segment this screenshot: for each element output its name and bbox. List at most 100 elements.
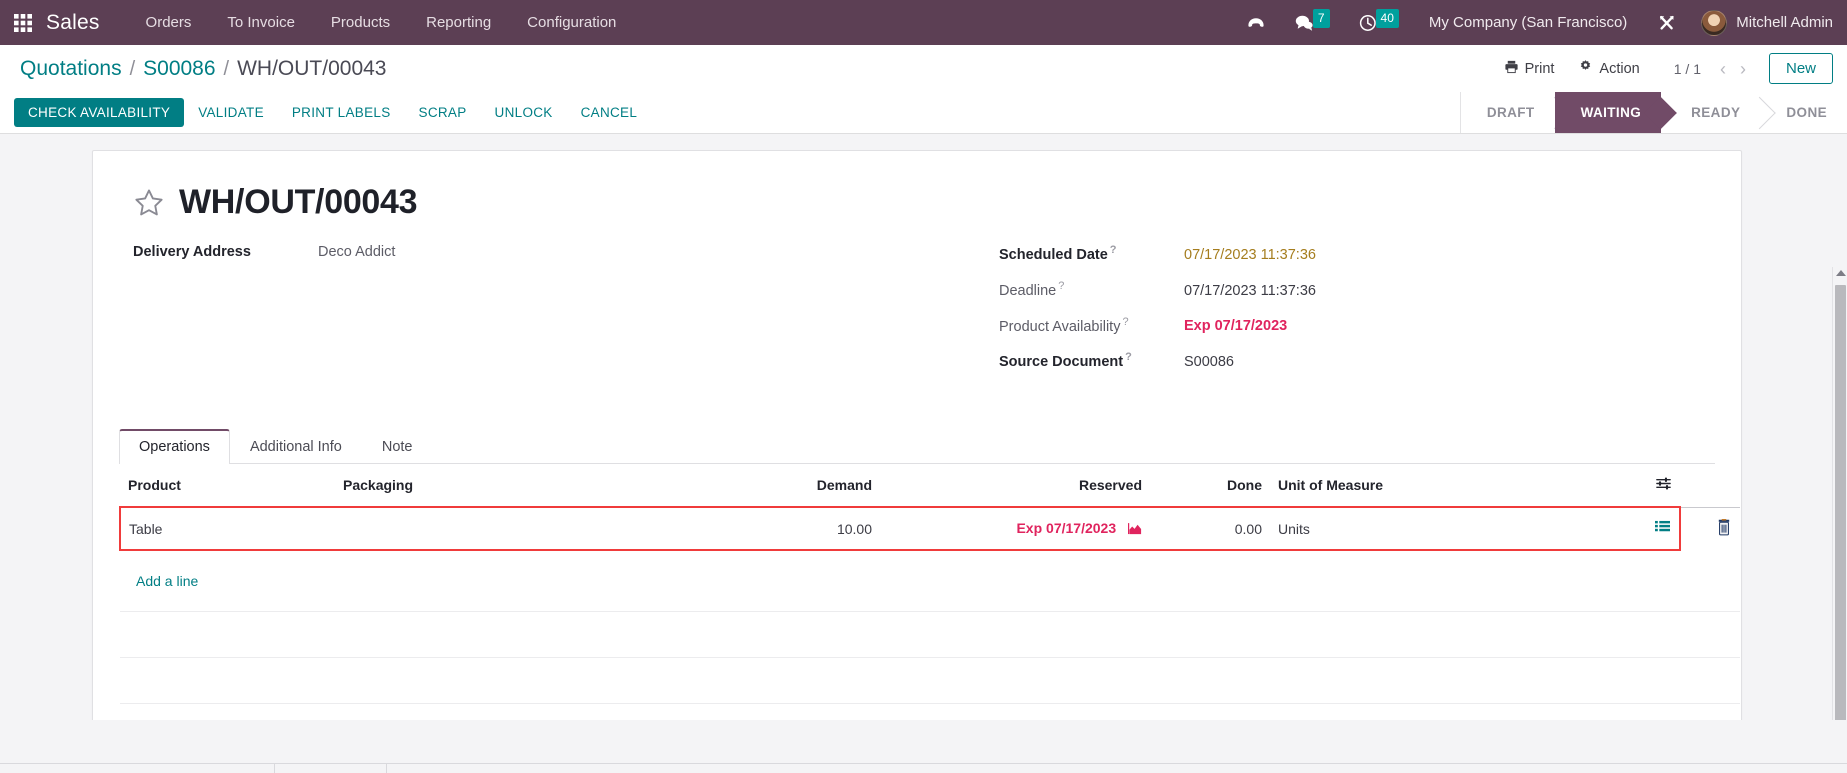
menu-item-reporting[interactable]: Reporting <box>408 1 509 44</box>
action-button[interactable]: Action <box>1566 53 1651 84</box>
empty-row <box>120 611 1740 658</box>
breadcrumb-separator: / <box>129 57 136 80</box>
field-label-product-availability: Product Availability? <box>999 316 1184 335</box>
page-title: WH/OUT/00043 <box>179 183 418 221</box>
user-menu[interactable]: Mitchell Admin <box>1691 9 1833 36</box>
cell-reserved-value: Exp 07/17/2023 <box>1016 519 1117 536</box>
scrap-button[interactable]: SCRAP <box>405 98 481 127</box>
cell-product[interactable]: Table <box>119 506 335 551</box>
breadcrumb-separator: / <box>223 57 230 80</box>
cell-packaging[interactable] <box>335 506 665 551</box>
action-label: Action <box>1599 60 1640 77</box>
cell-row-options <box>1570 506 1681 551</box>
control-panel-actions: Print Action 1 / 1 ‹ › New <box>1492 53 1833 84</box>
validate-button[interactable]: VALIDATE <box>184 98 278 127</box>
app-brand-sales[interactable]: Sales <box>46 11 110 35</box>
avatar <box>1701 9 1728 36</box>
status-stage-draft[interactable]: DRAFT <box>1460 92 1555 133</box>
tab-note[interactable]: Note <box>362 429 433 464</box>
messages-count-badge: 7 <box>1312 9 1330 28</box>
check-availability-button[interactable]: CHECK AVAILABILITY <box>14 98 185 127</box>
favorite-star-icon[interactable] <box>133 187 165 219</box>
menu-item-to-invoice[interactable]: To Invoice <box>209 1 313 44</box>
phone-dialpad-icon[interactable] <box>1232 0 1280 45</box>
add-a-line-button[interactable]: Add a line <box>128 562 206 600</box>
column-header-product[interactable]: Product <box>120 464 335 508</box>
table-row[interactable]: Table 10.00 Exp 07/17/2023 0.00 Units <box>119 506 1740 551</box>
print-labels-button[interactable]: PRINT LABELS <box>278 98 405 127</box>
gear-icon <box>1578 59 1593 78</box>
cell-delete <box>1680 507 1740 550</box>
clock-activities-icon <box>1359 14 1376 31</box>
cell-unit-of-measure[interactable]: Units <box>1270 506 1570 551</box>
user-name-label: Mitchell Admin <box>1736 14 1833 31</box>
menu-item-configuration[interactable]: Configuration <box>509 1 634 44</box>
cell-done[interactable]: 0.00 <box>1150 506 1270 551</box>
help-tooltip-icon[interactable]: ? <box>1058 280 1064 292</box>
new-button[interactable]: New <box>1768 53 1833 84</box>
form-sheet: WH/OUT/00043 Delivery Address Deco Addic… <box>92 150 1742 720</box>
operations-lines-table: Product Packaging Demand Reserved Done U… <box>119 464 1740 704</box>
sheet-filler <box>119 704 1715 720</box>
field-value-delivery-address[interactable]: Deco Addict <box>318 244 395 260</box>
apps-grid-icon[interactable] <box>0 0 46 45</box>
pager-next-icon[interactable]: › <box>1733 58 1753 80</box>
column-header-done[interactable]: Done <box>1150 464 1270 508</box>
field-label-text: Deadline <box>999 282 1057 299</box>
breadcrumb: Quotations / S00086 / WH/OUT/00043 <box>20 57 387 81</box>
field-label-text: Scheduled Date <box>999 246 1108 263</box>
form-column-right: Scheduled Date? 07/17/2023 11:37:36 Dead… <box>917 244 1715 387</box>
column-header-demand[interactable]: Demand <box>665 464 880 508</box>
activities-count-badge: 40 <box>1375 9 1399 28</box>
messages-menu[interactable]: 7 <box>1280 0 1344 45</box>
menu-item-products[interactable]: Products <box>313 1 408 44</box>
empty-row <box>120 657 1740 704</box>
control-panel-bottom: CHECK AVAILABILITY VALIDATE PRINT LABELS… <box>0 92 1847 134</box>
print-button[interactable]: Print <box>1492 53 1567 84</box>
menu-item-orders[interactable]: Orders <box>128 1 210 44</box>
cell-reserved[interactable]: Exp 07/17/2023 <box>880 506 1150 551</box>
field-delivery-address: Delivery Address Deco Addict <box>133 244 917 260</box>
field-value-deadline[interactable]: 07/17/2023 11:37:36 <box>1184 283 1316 299</box>
field-label-text: Product Availability <box>999 318 1121 335</box>
tab-operations[interactable]: Operations <box>119 429 230 465</box>
column-settings-icon[interactable] <box>1655 477 1672 495</box>
forecast-report-icon[interactable] <box>1127 522 1142 538</box>
field-scheduled-date: Scheduled Date? 07/17/2023 11:37:36 <box>999 244 1715 263</box>
help-tooltip-icon[interactable]: ? <box>1125 351 1132 363</box>
notebook-tabs: Operations Additional Info Note <box>119 429 1715 465</box>
tab-additional-info[interactable]: Additional Info <box>230 429 362 464</box>
scrollbar-thumb[interactable] <box>1835 285 1846 720</box>
field-source-document: Source Document? S00086 <box>999 351 1715 370</box>
cancel-button[interactable]: CANCEL <box>567 98 652 127</box>
unlock-button[interactable]: UNLOCK <box>481 98 567 127</box>
help-tooltip-icon[interactable]: ? <box>1122 316 1128 328</box>
status-stage-waiting[interactable]: WAITING <box>1554 92 1662 133</box>
trash-icon[interactable] <box>1716 518 1732 539</box>
developer-tools-icon[interactable] <box>1643 0 1691 45</box>
field-label-text: Source Document <box>999 354 1124 371</box>
field-deadline: Deadline? 07/17/2023 11:37:36 <box>999 280 1715 299</box>
window-bottom-chrome <box>0 763 1847 773</box>
messages-icon <box>1295 15 1313 31</box>
field-value-source-document[interactable]: S00086 <box>1184 354 1234 370</box>
scroll-up-icon[interactable] <box>1836 270 1846 276</box>
optional-columns-dropdown[interactable] <box>1570 464 1680 508</box>
detailed-operations-icon[interactable] <box>1654 520 1671 538</box>
add-line-row: Add a line <box>120 549 1740 612</box>
company-switcher[interactable]: My Company (San Francisco) <box>1413 14 1643 31</box>
form-field-columns: Delivery Address Deco Addict Scheduled D… <box>119 244 1715 387</box>
breadcrumb-item-quotations[interactable]: Quotations <box>20 57 122 81</box>
column-header-reserved[interactable]: Reserved <box>880 464 1150 508</box>
column-header-packaging[interactable]: Packaging <box>335 464 665 508</box>
top-navbar: Sales Orders To Invoice Products Reporti… <box>0 0 1847 45</box>
cell-demand[interactable]: 10.00 <box>665 506 880 551</box>
breadcrumb-item-s00086[interactable]: S00086 <box>143 57 215 81</box>
field-value-scheduled-date[interactable]: 07/17/2023 11:37:36 <box>1184 247 1316 263</box>
vertical-scrollbar[interactable] <box>1832 267 1847 720</box>
activities-menu[interactable]: 40 <box>1344 0 1413 45</box>
control-panel-top: Quotations / S00086 / WH/OUT/00043 Print… <box>0 45 1847 92</box>
help-tooltip-icon[interactable]: ? <box>1110 244 1117 256</box>
column-header-unit-of-measure[interactable]: Unit of Measure <box>1270 464 1570 508</box>
pager-previous-icon[interactable]: ‹ <box>1713 58 1733 80</box>
